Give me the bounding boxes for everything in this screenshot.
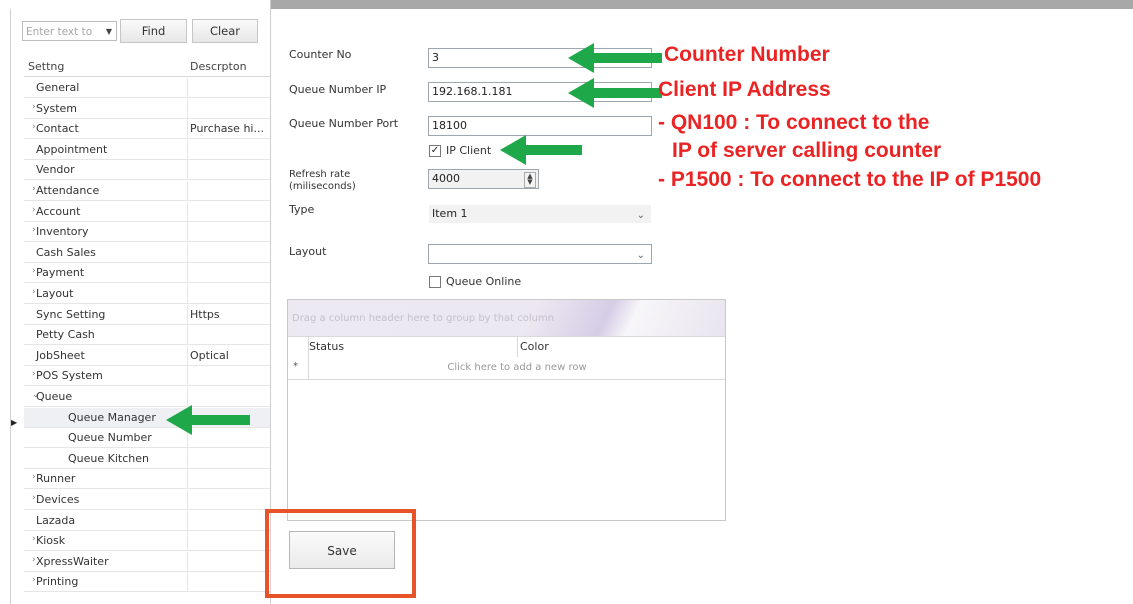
arrow-icon [500,135,582,165]
arrow-icon [568,78,662,108]
annotation-arrows [166,43,662,435]
annotation-counter-number: Counter Number [664,43,830,66]
annotation-client-ip: Client IP Address [658,78,831,101]
annotation-qn100-line1: - QN100 : To connect to the [658,111,930,134]
arrow-icon [166,405,250,435]
arrow-icon [568,43,662,73]
annotation-p1500: - P1500 : To connect to the IP of P1500 [658,168,1042,191]
annotation-qn100-line2: IP of server calling counter [672,139,942,162]
